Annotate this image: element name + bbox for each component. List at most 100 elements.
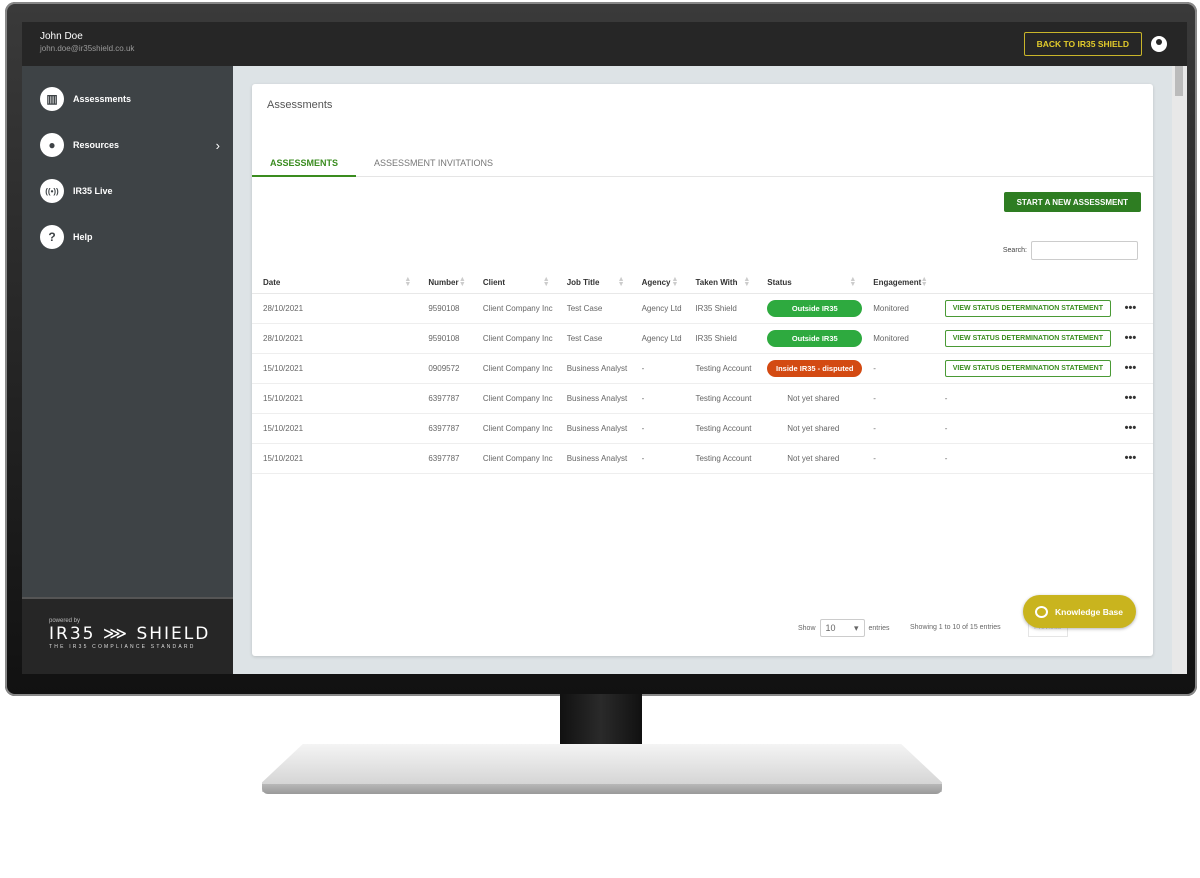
engagement-cell: Monitored xyxy=(862,293,934,324)
page-title: Assessments xyxy=(267,99,333,111)
cell: Business Analyst xyxy=(555,353,631,384)
search-label: Search: xyxy=(1002,247,1027,254)
cell: Business Analyst xyxy=(555,383,631,414)
sort-icon: ▲ ▼ xyxy=(404,276,412,288)
table-row: 15/10/2021 6397787 Client Company Inc Busin… xyxy=(252,443,1153,474)
column-header-actions xyxy=(1113,272,1153,294)
bar-chart-icon: ▥ xyxy=(40,87,64,111)
more-options-icon[interactable]: ••• xyxy=(1125,362,1137,374)
cell: Testing Account xyxy=(684,383,757,414)
cell: Client Company Inc xyxy=(471,413,556,444)
cell: 6397787 xyxy=(417,383,472,414)
sort-icon: ▲ ▼ xyxy=(671,276,679,288)
column-header-client[interactable]: Client ▲ ▼ xyxy=(471,272,556,294)
cell: Test Case xyxy=(555,323,631,354)
column-header-job-title[interactable]: Job Title ▲ ▼ xyxy=(555,272,631,294)
column-header-actions xyxy=(933,272,1114,294)
assessments-card: Assessments ASSESSMENTS ASSESSMENT INVIT… xyxy=(252,84,1153,656)
start-new-assessment-button[interactable]: START A NEW ASSESSMENT xyxy=(1003,192,1141,212)
top-bar: BACK TO IR35 SHIELD xyxy=(233,22,1187,66)
cell: 9590108 xyxy=(417,293,472,324)
logo-tagline: THE IR35 COMPLIANCE STANDARD xyxy=(49,644,196,650)
user-email: john.doe@ir35shield.co.uk xyxy=(40,44,135,53)
cell: Client Company Inc xyxy=(471,353,556,384)
more-cell: ••• xyxy=(1113,383,1153,414)
cell: Business Analyst xyxy=(555,443,631,474)
more-options-icon[interactable]: ••• xyxy=(1125,392,1137,404)
more-cell: ••• xyxy=(1113,323,1153,354)
cell: Business Analyst xyxy=(555,413,631,444)
column-header-agency[interactable]: Agency ▲ ▼ xyxy=(630,272,685,294)
column-header-engagement[interactable]: Engagement ▲ ▼ xyxy=(862,272,934,294)
logo-name: IR35 ⋙ SHIELD xyxy=(49,624,211,644)
column-header-number[interactable]: Number ▲ ▼ xyxy=(417,272,472,294)
cell: Test Case xyxy=(555,293,631,324)
status-text: Not yet shared xyxy=(787,453,840,463)
more-options-icon[interactable]: ••• xyxy=(1125,422,1137,434)
sort-icon: ▲ ▼ xyxy=(849,276,857,288)
sidebar-item-label: Help xyxy=(73,232,93,242)
tab-assessments[interactable]: ASSESSMENTS xyxy=(270,158,338,168)
column-label: Number xyxy=(428,277,459,287)
sidebar-item-resources[interactable]: ● Resources › xyxy=(40,133,220,157)
account-icon[interactable] xyxy=(1151,36,1167,52)
more-cell: ••• xyxy=(1113,293,1153,324)
action-cell: - xyxy=(933,443,1114,474)
scrollbar[interactable] xyxy=(1172,66,1187,674)
sidebar-item-ir35-live[interactable]: ((•)) IR35 Live xyxy=(40,179,220,203)
monitor-base-edge xyxy=(262,784,942,794)
table-row: 15/10/2021 0909572 Client Company Inc Busin… xyxy=(252,353,1153,384)
user-info: John Doe john.doe@ir35shield.co.uk xyxy=(22,22,233,66)
view-status-determination-statement-button[interactable]: VIEW STATUS DETERMINATION STATEMENT xyxy=(944,299,1111,317)
more-options-icon[interactable]: ••• xyxy=(1125,332,1137,344)
table-row: 28/10/2021 9590108 Client Company Inc Test … xyxy=(252,323,1153,354)
action-cell: VIEW STATUS DETERMINATION STATEMENT xyxy=(933,353,1114,384)
engagement-cell: Monitored xyxy=(862,323,934,354)
column-label: Agency xyxy=(641,277,671,287)
status-cell: Not yet shared xyxy=(756,413,863,444)
cell: Agency Ltd xyxy=(630,323,685,354)
engagement-cell: - xyxy=(862,443,934,474)
engagement-cell: - xyxy=(862,413,934,444)
status-badge: Outside IR35 xyxy=(767,329,863,347)
column-label: Client xyxy=(482,277,506,287)
cell: 28/10/2021 xyxy=(252,323,418,354)
user-name: John Doe xyxy=(40,31,83,42)
sidebar-item-help[interactable]: ? Help xyxy=(40,225,220,249)
tab-assessment-invitations[interactable]: ASSESSMENT INVITATIONS xyxy=(374,158,493,168)
knowledge-base-button[interactable]: Knowledge Base xyxy=(1023,595,1136,628)
action-cell: - xyxy=(933,383,1114,414)
column-header-status[interactable]: Status ▲ ▼ xyxy=(756,272,863,294)
monitor-neck xyxy=(560,694,642,748)
knowledge-base-label: Knowledge Base xyxy=(1055,606,1124,617)
search-input[interactable] xyxy=(1031,241,1138,260)
sidebar-item-assessments[interactable]: ▥ Assessments xyxy=(40,87,220,111)
cell: - xyxy=(630,353,685,384)
sidebar-item-label: Resources xyxy=(73,140,120,150)
entries-select[interactable]: 10 ▾ xyxy=(819,619,865,637)
broadcast-icon: ((•)) xyxy=(40,179,64,203)
scrollbar-thumb[interactable] xyxy=(1175,66,1183,96)
entries-label: entries xyxy=(868,624,890,632)
cell: 15/10/2021 xyxy=(252,383,418,414)
more-options-icon[interactable]: ••• xyxy=(1125,302,1137,314)
back-to-ir35-shield-button[interactable]: BACK TO IR35 SHIELD xyxy=(1023,32,1142,56)
column-header-taken-with[interactable]: Taken With ▲ ▼ xyxy=(684,272,757,294)
search: Search: xyxy=(1003,241,1138,260)
status-cell: Not yet shared xyxy=(756,383,863,414)
sort-icon: ▲ ▼ xyxy=(920,276,928,288)
more-options-icon[interactable]: ••• xyxy=(1125,452,1137,464)
chat-bubble-icon xyxy=(1035,605,1048,618)
column-label: Job Title xyxy=(566,277,600,287)
view-status-determination-statement-button[interactable]: VIEW STATUS DETERMINATION STATEMENT xyxy=(944,329,1111,347)
view-status-determination-statement-button[interactable]: VIEW STATUS DETERMINATION STATEMENT xyxy=(944,359,1111,377)
chevron-down-icon: ▾ xyxy=(853,622,859,633)
sidebar-item-label: Assessments xyxy=(73,94,132,104)
column-header-date[interactable]: Date ▲ ▼ xyxy=(252,272,418,294)
table-info: Showing 1 to 10 of 15 entries xyxy=(910,624,1001,631)
engagement-cell: - xyxy=(862,353,934,384)
more-cell: ••• xyxy=(1113,413,1153,444)
column-label: Engagement xyxy=(873,277,922,287)
more-cell: ••• xyxy=(1113,353,1153,384)
more-cell: ••• xyxy=(1113,443,1153,474)
